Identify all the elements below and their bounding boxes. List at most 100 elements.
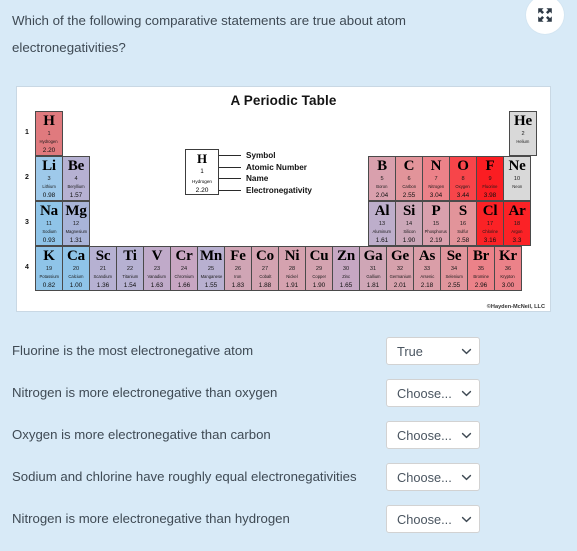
element-cell-Br: Br 35 Bromine 2.96 xyxy=(467,246,495,291)
element-atomic-number: 35 xyxy=(477,266,485,272)
element-electronegativity: 1.55 xyxy=(204,282,218,289)
element-symbol: H xyxy=(43,113,55,129)
element-symbol: F xyxy=(485,158,495,174)
element-atomic-number: 10 xyxy=(513,176,521,182)
statement-row: Nitrogen is more electronegative than hy… xyxy=(0,498,577,540)
element-symbol: Na xyxy=(40,203,58,219)
element-symbol: Mn xyxy=(199,248,223,264)
element-cell-Li: Li 3 Lithium 0.98 xyxy=(35,156,63,201)
period-number-3: 3 xyxy=(25,219,29,226)
element-electronegativity: 3.04 xyxy=(429,192,443,199)
element-cell-P: P 15 Phosphorus 2.19 xyxy=(422,201,450,246)
element-cell-Ca: Ca 20 Calcium 1.00 xyxy=(62,246,90,291)
element-electronegativity: 3.00 xyxy=(501,282,515,289)
element-atomic-number: 19 xyxy=(45,266,53,272)
figure-credit: ©Hayden-McNeil, LLC xyxy=(486,304,545,310)
statement-row: Sodium and chlorine have roughly equal e… xyxy=(0,456,577,498)
element-symbol: C xyxy=(403,158,415,174)
element-symbol: Ca xyxy=(67,248,85,264)
element-electronegativity: 2.04 xyxy=(375,192,389,199)
element-atomic-number: 15 xyxy=(432,221,440,227)
element-name: Phosphorus xyxy=(424,229,448,234)
question-prompt-area: Which of the following comparative state… xyxy=(0,0,577,61)
legend-atomic-number: 1 xyxy=(200,169,204,175)
element-electronegativity: 3.3 xyxy=(512,237,522,244)
statement-row: Oxygen is more electronegative than carb… xyxy=(0,414,577,456)
statement-answer-value: Choose... xyxy=(397,427,452,443)
statement-row: Nitrogen is more electronegative than ox… xyxy=(0,372,577,414)
legend-leader-line xyxy=(219,166,241,168)
element-cell-Mg: Mg 12 Magnesium 1.31 xyxy=(62,201,90,246)
element-name: Carbon xyxy=(402,184,416,189)
element-electronegativity: 2.55 xyxy=(402,192,416,199)
element-atomic-number: 12 xyxy=(72,221,80,227)
element-electronegativity: 1.57 xyxy=(69,192,83,199)
element-cell-Be: Be 4 Beryllium 1.57 xyxy=(62,156,90,201)
element-symbol: O xyxy=(457,158,469,174)
element-symbol: S xyxy=(458,203,468,219)
element-atomic-number: 33 xyxy=(423,266,431,272)
statement-answer-select[interactable]: Choose... xyxy=(386,379,480,407)
chevron-down-icon xyxy=(461,430,472,441)
element-cell-Co: Co 27 Cobalt 1.88 xyxy=(251,246,279,291)
legend-label-name: Name xyxy=(246,174,269,184)
element-electronegativity: 2.58 xyxy=(456,237,470,244)
statement-label: Fluorine is the most electronegative ato… xyxy=(12,343,254,358)
legend-label-atomic-number: Atomic Number xyxy=(246,162,307,172)
element-cell-S: S 16 Sulfur 2.58 xyxy=(449,201,477,246)
chevron-down-icon xyxy=(461,388,472,399)
statement-label: Nitrogen is more electronegative than hy… xyxy=(12,511,290,526)
element-symbol: Kr xyxy=(499,248,517,264)
legend-electronegativity: 2.20 xyxy=(195,187,209,194)
element-atomic-number: 17 xyxy=(486,221,494,227)
element-name: Manganese xyxy=(200,274,222,279)
statement-answer-select[interactable]: True xyxy=(386,337,480,365)
legend-symbol: H xyxy=(196,151,208,166)
statements-list: Fluorine is the most electronegative ato… xyxy=(0,330,577,540)
element-name: Oxygen xyxy=(455,184,471,189)
chevron-down-icon xyxy=(461,346,472,357)
element-symbol: Co xyxy=(256,248,274,264)
question-text: Which of the following comparative state… xyxy=(12,13,406,55)
element-name: Chlorine xyxy=(482,229,498,234)
element-name: Potassium xyxy=(39,274,59,279)
legend-label-row: Electronegativity xyxy=(219,185,312,196)
element-cell-Al: Al 13 Aluminum 1.61 xyxy=(368,201,396,246)
element-cell-Ar: Ar 18 Argon 3.3 xyxy=(503,201,531,246)
element-symbol: Fe xyxy=(230,248,246,264)
element-name: Vanadium xyxy=(147,274,167,279)
element-electronegativity: 2.96 xyxy=(474,282,488,289)
statement-answer-select[interactable]: Choose... xyxy=(386,463,480,491)
element-electronegativity: 1.81 xyxy=(366,282,380,289)
statement-answer-value: Choose... xyxy=(397,385,452,401)
element-cell-H: H 1 Hydrogen 2.20 xyxy=(35,111,63,156)
element-electronegativity: 1.31 xyxy=(69,237,83,244)
element-symbol: Be xyxy=(67,158,85,174)
element-cell-B: B 5 Boron 2.04 xyxy=(368,156,396,201)
element-cell-V: V 23 Vanadium 1.63 xyxy=(143,246,171,291)
periodic-table-figure: A Periodic Table 1 H 1 Hydrogen 2.20 He 2 Heliu… xyxy=(16,86,551,312)
element-cell-Fe: Fe 26 Iron 1.83 xyxy=(224,246,252,291)
element-atomic-number: 23 xyxy=(153,266,161,272)
element-atomic-number: 21 xyxy=(99,266,107,272)
element-atomic-number: 13 xyxy=(378,221,386,227)
expand-arrows-icon xyxy=(538,8,552,22)
statement-answer-select[interactable]: Choose... xyxy=(386,421,480,449)
element-electronegativity: 2.18 xyxy=(420,282,434,289)
element-electronegativity: 2.19 xyxy=(429,237,443,244)
legend-leader-line xyxy=(219,155,241,156)
element-atomic-number: 24 xyxy=(180,266,188,272)
element-electronegativity: 1.88 xyxy=(258,282,272,289)
element-name: Arsenic xyxy=(420,274,434,279)
statement-answer-select[interactable]: Choose... xyxy=(386,505,480,533)
element-name: Selenium xyxy=(445,274,463,279)
element-atomic-number: 1 xyxy=(47,131,51,137)
figure-title: A Periodic Table xyxy=(230,93,337,108)
element-electronegativity: 1.90 xyxy=(402,237,416,244)
periodic-table-legend: H 1 Hydrogen 2.20 Symbol Atomic Number N… xyxy=(185,149,312,197)
legend-leader-line xyxy=(219,189,241,191)
element-electronegativity: 0.98 xyxy=(42,192,56,199)
element-name: Sulfur xyxy=(457,229,469,234)
element-atomic-number: 30 xyxy=(342,266,350,272)
element-atomic-number: 14 xyxy=(405,221,413,227)
